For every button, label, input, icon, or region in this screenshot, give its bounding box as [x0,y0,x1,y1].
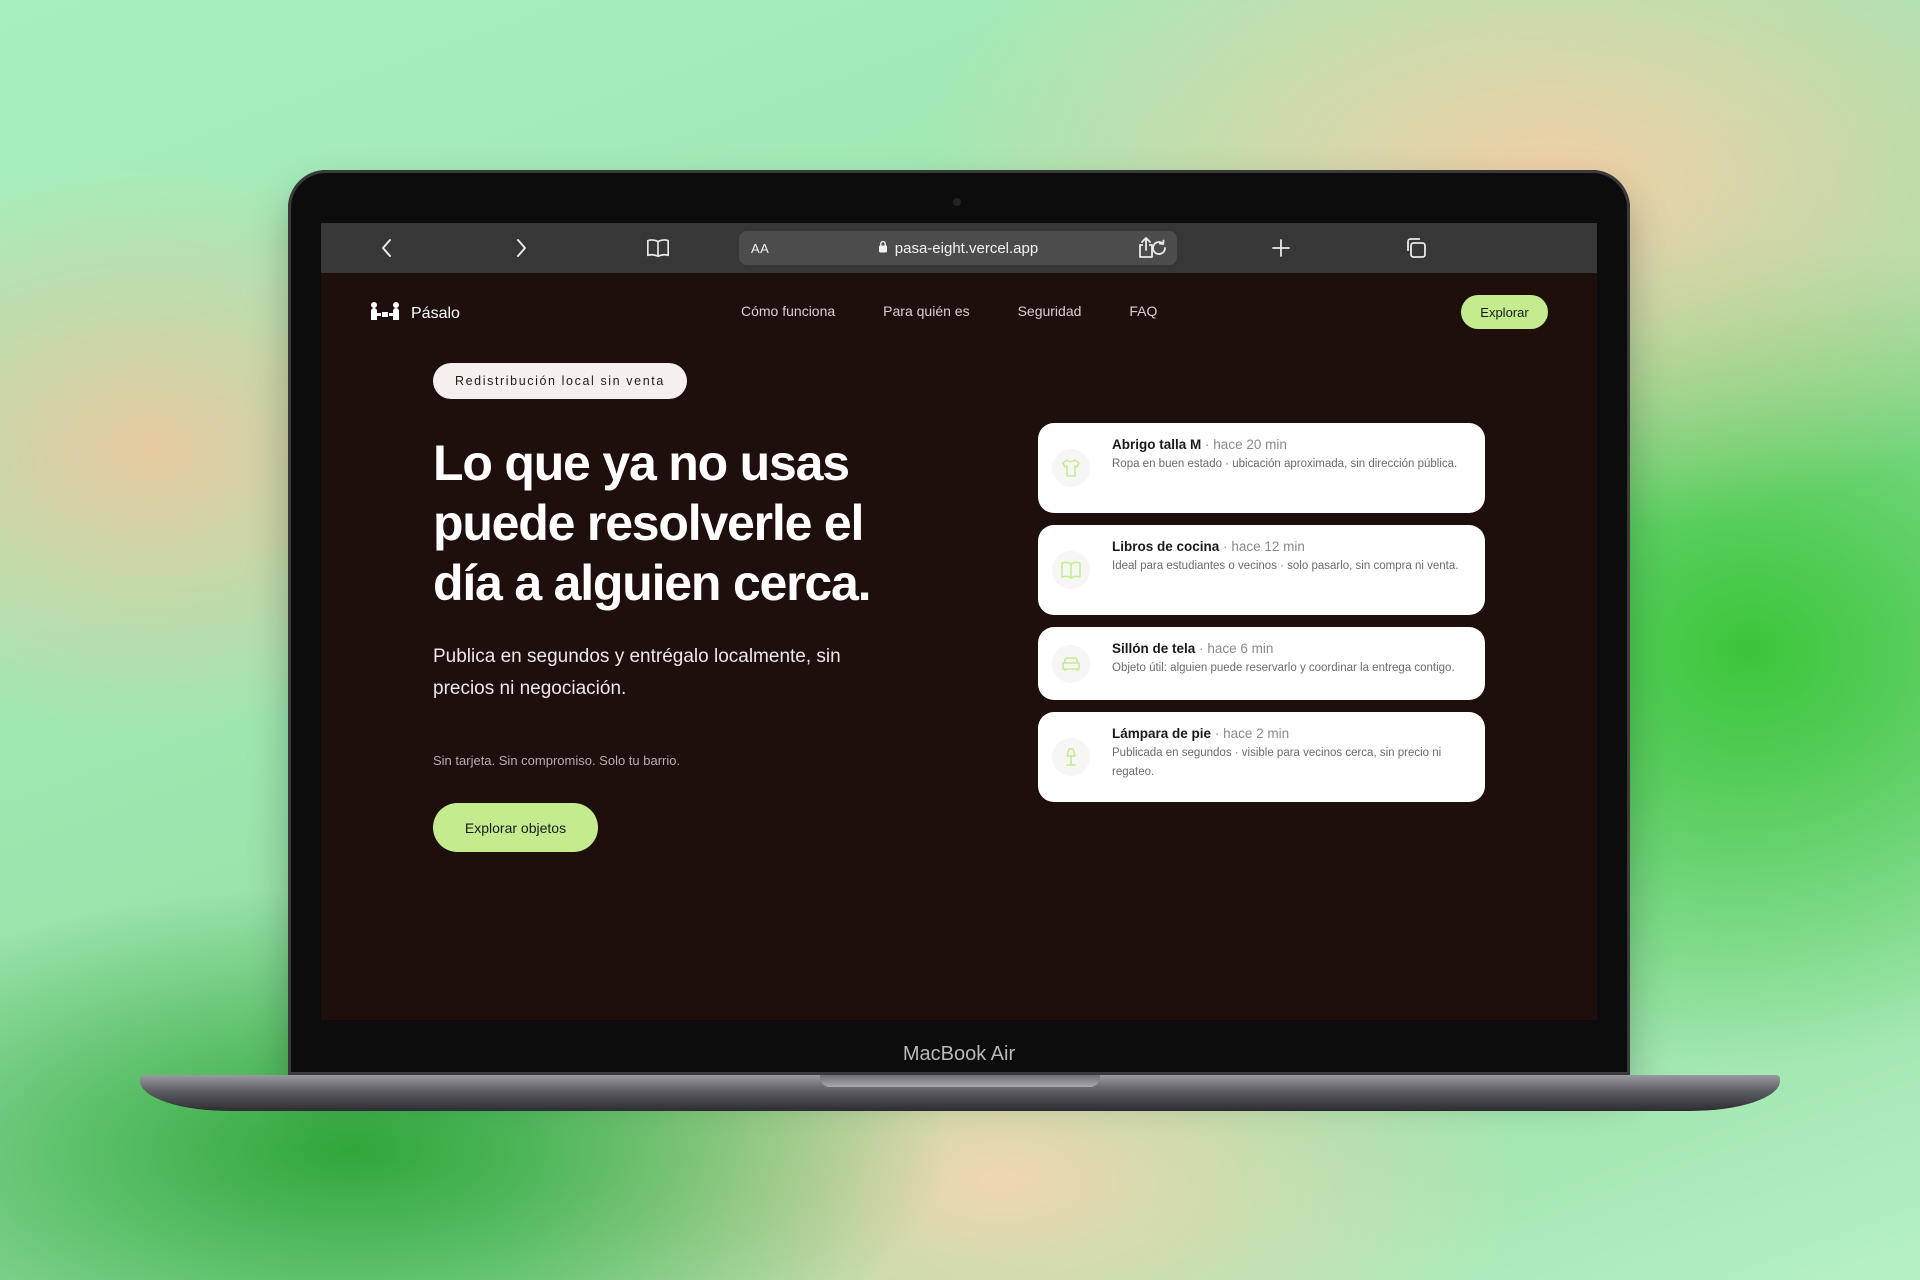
shirt-icon [1052,449,1090,487]
browser-toolbar: AA pasa-eight.vercel.app [321,223,1597,273]
listing-title: Lámpara de pie [1112,726,1212,741]
listing-title: Libros de cocina [1112,539,1220,554]
listing-title: Sillón de tela [1112,641,1196,656]
listing-time: hace 2 min [1223,726,1290,741]
listing-time: hace 20 min [1213,437,1287,452]
listing-time: hace 6 min [1207,641,1274,656]
listing-card[interactable]: Lámpara de pie · hace 2 min Publicada en… [1038,712,1485,802]
listing-description: Ideal para estudiantes o vecinos · solo … [1112,560,1459,572]
hero-headline: Lo que ya no usas puede resolverle el dí… [433,435,872,611]
site-header: Pásalo Cómo funciona Para quién es Segur… [321,273,1597,353]
screen: AA pasa-eight.vercel.app Pásalo Cómo fun… [321,223,1597,1020]
people-sharing-icon [369,300,401,327]
listing-card[interactable]: Libros de cocina · hace 12 min Ideal par… [1038,525,1485,615]
listing-time: hace 12 min [1231,539,1305,554]
camera [953,198,961,206]
hero-badge: Redistribución local sin venta [433,363,687,399]
nav-link-para-quien-es[interactable]: Para quién es [883,303,969,319]
share-icon[interactable] [1134,236,1158,260]
listing-card[interactable]: Abrigo talla M · hace 20 min Ropa en bue… [1038,423,1485,513]
listing-cards: Abrigo talla M · hace 20 min Ropa en bue… [1038,423,1485,814]
device-label: MacBook Air [902,1043,1016,1065]
url-text: pasa-eight.vercel.app [894,239,1039,257]
back-icon[interactable] [375,236,399,260]
listing-description: Publicada en segundos · visible para vec… [1112,747,1442,778]
explore-button[interactable]: Explorar [1461,295,1548,329]
listing-card[interactable]: Sillón de tela · hace 6 min Objeto útil:… [1038,627,1485,700]
nav-link-como-funciona[interactable]: Cómo funciona [741,303,835,319]
brand-name: Pásalo [411,304,460,322]
laptop-base [140,1075,1780,1111]
tabs-overview-icon[interactable] [1404,236,1428,260]
lock-icon [878,240,888,257]
sofa-icon [1052,644,1090,683]
address-bar[interactable]: AA pasa-eight.vercel.app [739,231,1177,265]
new-tab-icon[interactable] [1269,236,1293,260]
bookmarks-icon[interactable] [646,236,670,260]
laptop-lid: AA pasa-eight.vercel.app Pásalo Cómo fun… [288,170,1630,1075]
lamp-icon [1052,738,1090,776]
hero-note: Sin tarjeta. Sin compromiso. Solo tu bar… [433,753,681,768]
hero-subtitle: Publica en segundos y entrégalo localmen… [433,646,841,699]
explore-objects-button[interactable]: Explorar objetos [433,803,598,852]
forward-icon[interactable] [509,236,533,260]
listing-description: Ropa en buen estado · ubicación aproxima… [1112,458,1458,470]
laptop-notch [820,1075,1100,1087]
listing-title: Abrigo talla M [1112,437,1202,452]
nav-link-seguridad[interactable]: Seguridad [1018,303,1082,319]
main-nav: Cómo funciona Para quién es Seguridad FA… [741,303,1157,319]
book-icon [1052,551,1090,589]
listing-description: Objeto útil: alguien puede reservarlo y … [1112,662,1455,674]
nav-link-faq[interactable]: FAQ [1129,303,1157,319]
brand-logo[interactable]: Pásalo [369,300,460,327]
